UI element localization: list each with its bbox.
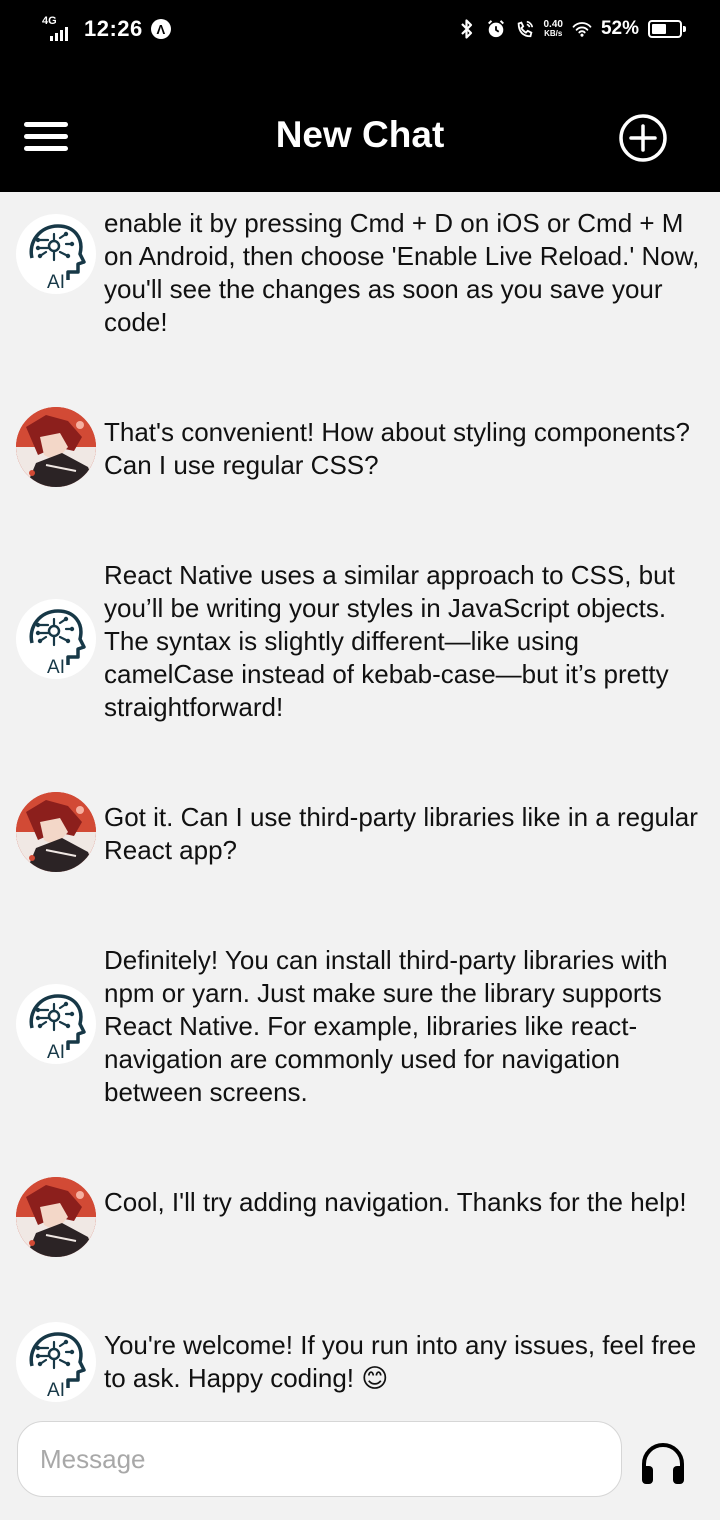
battery-percentage: 52% xyxy=(600,18,639,39)
message-text: That's convenient! How about styling com… xyxy=(104,417,690,480)
anime-character-avatar xyxy=(16,407,96,487)
status-time: 12:26 xyxy=(84,16,143,41)
message-text: React Native uses a similar approach to … xyxy=(104,560,675,722)
network-speed-unit: KB/s xyxy=(544,29,563,38)
status-bar-right: 0.40 KB/s 52% xyxy=(457,12,686,46)
user-avatar xyxy=(16,1177,96,1257)
ai-brain-icon: AI xyxy=(17,600,95,678)
ai-avatar: AI xyxy=(16,984,96,1064)
ai-brain-icon: AI xyxy=(17,215,95,293)
anime-character-avatar xyxy=(16,792,96,872)
app-header: New Chat xyxy=(0,62,720,192)
wifi-calling-icon xyxy=(515,19,535,39)
message-text: enable it by pressing Cmd + D on iOS or … xyxy=(104,208,700,337)
user-avatar xyxy=(16,407,96,487)
message-input[interactable] xyxy=(17,1421,622,1497)
ai-brain-icon: AI xyxy=(17,985,95,1063)
ai-avatar: AI xyxy=(16,214,96,294)
ai-avatar: AI xyxy=(16,1322,96,1402)
chat-message-list[interactable]: AI enable it by pressing Cmd + D on iOS … xyxy=(0,192,720,1404)
bluetooth-icon xyxy=(457,19,477,39)
message-text: Definitely! You can install third-party … xyxy=(104,945,668,1107)
cellular-signal-icon: 4G xyxy=(40,15,76,43)
headphones-icon xyxy=(642,1443,684,1484)
network-type: 4G xyxy=(42,15,57,27)
status-bar: 4G 12:26 Λ 0.40 KB/s 52% xyxy=(0,0,720,62)
message-text: You're welcome! If you run into any issu… xyxy=(104,1330,697,1393)
anime-character-avatar xyxy=(16,1177,96,1257)
app-notification-icon: Λ xyxy=(150,19,171,39)
new-chat-button[interactable] xyxy=(618,113,668,163)
ai-brain-icon: AI xyxy=(17,1323,95,1401)
message-text: Got it. Can I use third-party libraries … xyxy=(104,802,698,865)
ai-avatar-label: AI xyxy=(47,272,65,293)
page-title: New Chat xyxy=(275,114,445,155)
battery-icon xyxy=(648,20,686,38)
ai-avatar: AI xyxy=(16,599,96,679)
alarm-icon xyxy=(486,19,506,39)
user-avatar xyxy=(16,792,96,872)
status-bar-left: 4G 12:26 Λ xyxy=(40,12,171,46)
network-speed: 0.40 KB/s xyxy=(544,20,563,38)
signal-bars xyxy=(50,27,68,41)
wifi-icon xyxy=(572,19,592,39)
battery-fill xyxy=(652,24,666,34)
message-text: Cool, I'll try adding navigation. Thanks… xyxy=(104,1187,687,1217)
message-input-bar xyxy=(0,1404,720,1520)
voice-button[interactable] xyxy=(638,1438,688,1488)
ai-avatar-label: AI xyxy=(47,1380,65,1401)
ai-avatar-label: AI xyxy=(47,657,65,678)
ai-avatar-label: AI xyxy=(47,1042,65,1063)
plus-circle-icon xyxy=(619,114,667,162)
